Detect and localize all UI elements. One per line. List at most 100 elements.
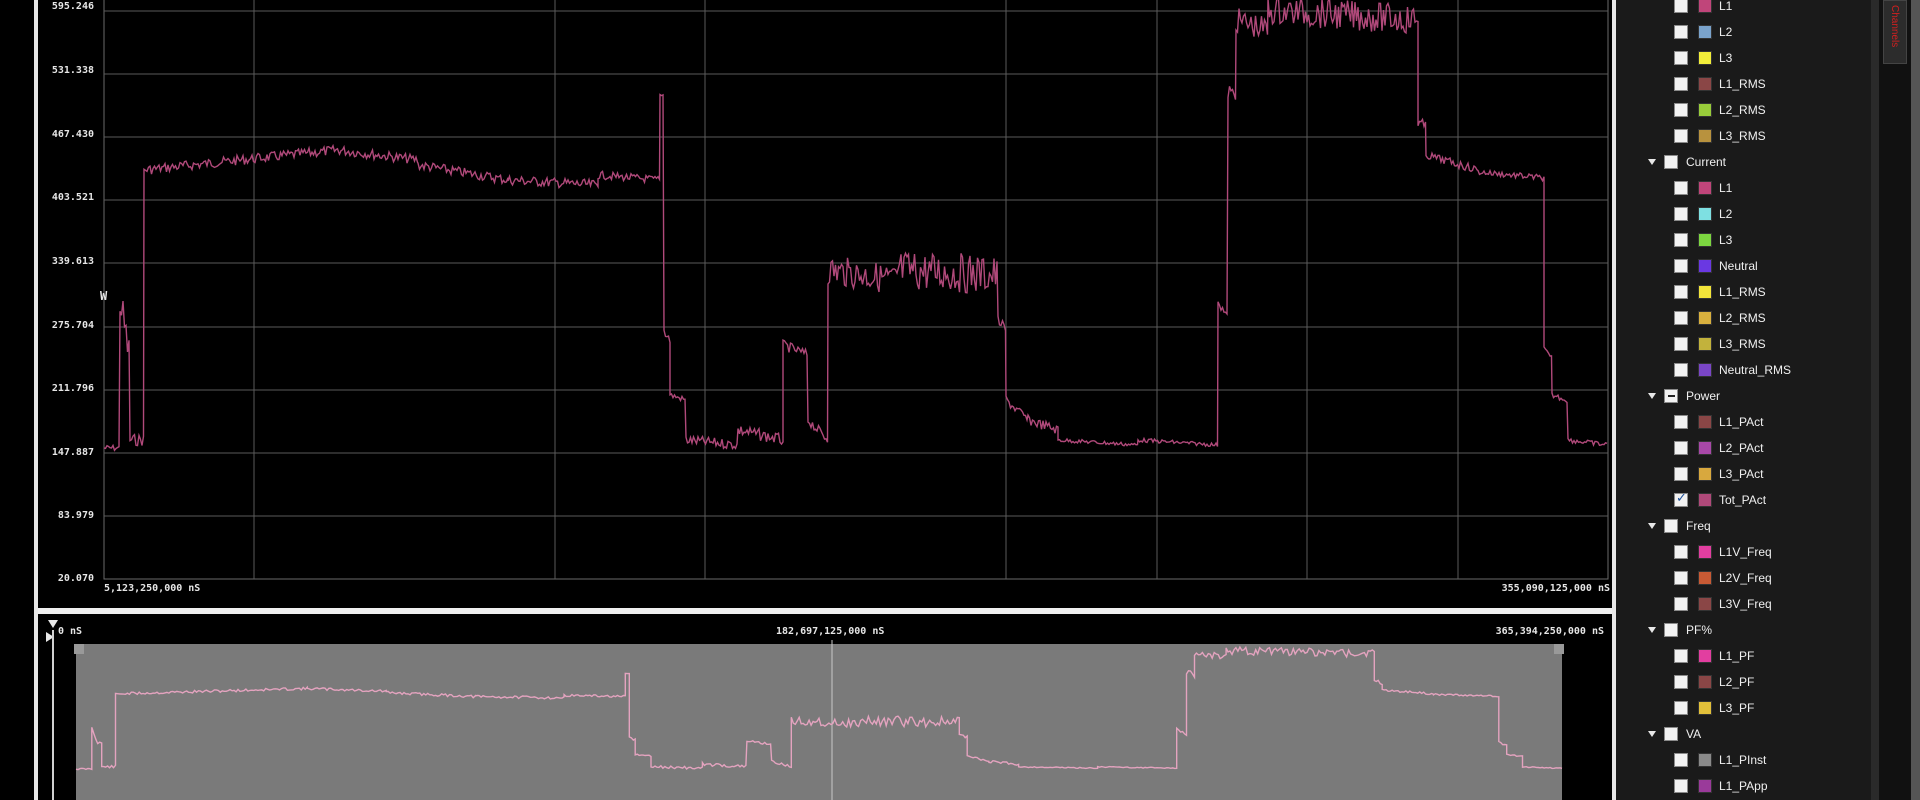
channel-item[interactable]: L3_RMS (1674, 126, 1766, 146)
channel-item[interactable]: L2_PAct (1674, 438, 1763, 458)
main-chart-canvas[interactable] (38, 0, 1612, 608)
channel-checkbox[interactable] (1674, 103, 1688, 117)
channel-checkbox[interactable] (1674, 753, 1688, 767)
channel-checkbox[interactable] (1674, 259, 1688, 273)
channel-checkbox[interactable] (1674, 77, 1688, 91)
color-swatch[interactable] (1698, 675, 1712, 689)
channel-item[interactable]: L2V_Freq (1674, 568, 1772, 588)
channel-item[interactable]: L2_RMS (1674, 308, 1766, 328)
channel-checkbox[interactable] (1674, 0, 1688, 13)
group-label: Power (1686, 389, 1721, 403)
channel-item[interactable]: Tot_PAct (1674, 490, 1766, 510)
channel-item[interactable]: L3 (1674, 48, 1732, 68)
color-swatch[interactable] (1698, 25, 1712, 39)
color-swatch[interactable] (1698, 363, 1712, 377)
color-swatch[interactable] (1698, 337, 1712, 351)
channel-item[interactable]: L1V_Freq (1674, 542, 1772, 562)
channel-group-power[interactable]: Power (1648, 386, 1720, 406)
expand-arrow-icon[interactable] (1648, 159, 1656, 165)
group-checkbox[interactable] (1664, 623, 1678, 637)
channel-group-current[interactable]: Current (1648, 152, 1726, 172)
color-swatch[interactable] (1698, 77, 1712, 91)
channel-checkbox[interactable] (1674, 441, 1688, 455)
channel-item[interactable]: L3_RMS (1674, 334, 1766, 354)
channel-checkbox[interactable] (1674, 51, 1688, 65)
main-chart-panel[interactable]: 595.246 531.338 467.430 403.521 339.613 275.7… (38, 0, 1612, 608)
channel-item[interactable]: L1_RMS (1674, 74, 1766, 94)
sidebar-scrollbar[interactable] (1911, 0, 1920, 800)
color-swatch[interactable] (1698, 493, 1712, 507)
channel-checkbox[interactable] (1674, 701, 1688, 715)
channel-checkbox[interactable] (1674, 311, 1688, 325)
channel-item[interactable]: L1_PAct (1674, 412, 1763, 432)
channel-item[interactable]: L2_RMS (1674, 100, 1766, 120)
color-swatch[interactable] (1698, 545, 1712, 559)
channel-checkbox[interactable] (1674, 285, 1688, 299)
group-checkbox[interactable] (1664, 519, 1678, 533)
channel-item[interactable]: L3 (1674, 230, 1732, 250)
color-swatch[interactable] (1698, 649, 1712, 663)
color-swatch[interactable] (1698, 779, 1712, 793)
overview-navigator[interactable]: 0 nS 182,697,125,000 nS 365,394,250,000 … (38, 614, 1612, 800)
channel-checkbox[interactable] (1674, 363, 1688, 377)
channel-item[interactable]: L2 (1674, 22, 1732, 42)
channel-item[interactable]: L3_PAct (1674, 464, 1763, 484)
channel-item[interactable]: L3V_Freq (1674, 594, 1772, 614)
color-swatch[interactable] (1698, 51, 1712, 65)
color-swatch[interactable] (1698, 129, 1712, 143)
color-swatch[interactable] (1698, 701, 1712, 715)
channel-label: L1_PApp (1719, 779, 1768, 793)
channel-item[interactable]: L1_PF (1674, 646, 1754, 666)
color-swatch[interactable] (1698, 571, 1712, 585)
channel-item[interactable]: L1_RMS (1674, 282, 1766, 302)
expand-arrow-icon[interactable] (1648, 731, 1656, 737)
channel-checkbox[interactable] (1674, 649, 1688, 663)
color-swatch[interactable] (1698, 311, 1712, 325)
channel-item[interactable]: Neutral (1674, 256, 1758, 276)
channel-checkbox[interactable] (1674, 181, 1688, 195)
channel-item[interactable]: Neutral_RMS (1674, 360, 1791, 380)
channel-checkbox[interactable] (1674, 597, 1688, 611)
channel-item[interactable]: L1_PApp (1674, 776, 1768, 796)
channel-checkbox[interactable] (1674, 571, 1688, 585)
color-swatch[interactable] (1698, 597, 1712, 611)
channel-checkbox[interactable] (1674, 129, 1688, 143)
color-swatch[interactable] (1698, 103, 1712, 117)
color-swatch[interactable] (1698, 285, 1712, 299)
expand-arrow-icon[interactable] (1648, 523, 1656, 529)
channel-item[interactable]: L3_PF (1674, 698, 1754, 718)
channel-group-va[interactable]: VA (1648, 724, 1701, 744)
color-swatch[interactable] (1698, 233, 1712, 247)
color-swatch[interactable] (1698, 181, 1712, 195)
channel-item[interactable]: L2 (1674, 204, 1732, 224)
color-swatch[interactable] (1698, 441, 1712, 455)
color-swatch[interactable] (1698, 0, 1712, 13)
color-swatch[interactable] (1698, 753, 1712, 767)
channel-item[interactable]: L1 (1674, 178, 1732, 198)
channel-checkbox[interactable] (1674, 233, 1688, 247)
channel-checkbox[interactable] (1674, 545, 1688, 559)
channel-checkbox[interactable] (1674, 337, 1688, 351)
channel-checkbox[interactable] (1674, 415, 1688, 429)
channel-checkbox[interactable] (1674, 491, 1688, 507)
channel-group-pf[interactable]: PF% (1648, 620, 1712, 640)
color-swatch[interactable] (1698, 207, 1712, 221)
channel-item[interactable]: L2_PF (1674, 672, 1754, 692)
group-checkbox[interactable] (1664, 155, 1678, 169)
channel-item[interactable]: L1 (1674, 0, 1732, 16)
channel-item[interactable]: L1_PInst (1674, 750, 1766, 770)
group-checkbox[interactable] (1664, 727, 1678, 741)
channel-checkbox[interactable] (1674, 25, 1688, 39)
channel-checkbox[interactable] (1674, 467, 1688, 481)
channel-checkbox[interactable] (1674, 675, 1688, 689)
expand-arrow-icon[interactable] (1648, 627, 1656, 633)
channels-tab[interactable]: Channels (1883, 0, 1907, 64)
group-checkbox[interactable] (1664, 389, 1678, 403)
color-swatch[interactable] (1698, 467, 1712, 481)
expand-arrow-icon[interactable] (1648, 393, 1656, 399)
color-swatch[interactable] (1698, 415, 1712, 429)
channel-checkbox[interactable] (1674, 779, 1688, 793)
channel-group-freq[interactable]: Freq (1648, 516, 1711, 536)
color-swatch[interactable] (1698, 259, 1712, 273)
channel-checkbox[interactable] (1674, 207, 1688, 221)
